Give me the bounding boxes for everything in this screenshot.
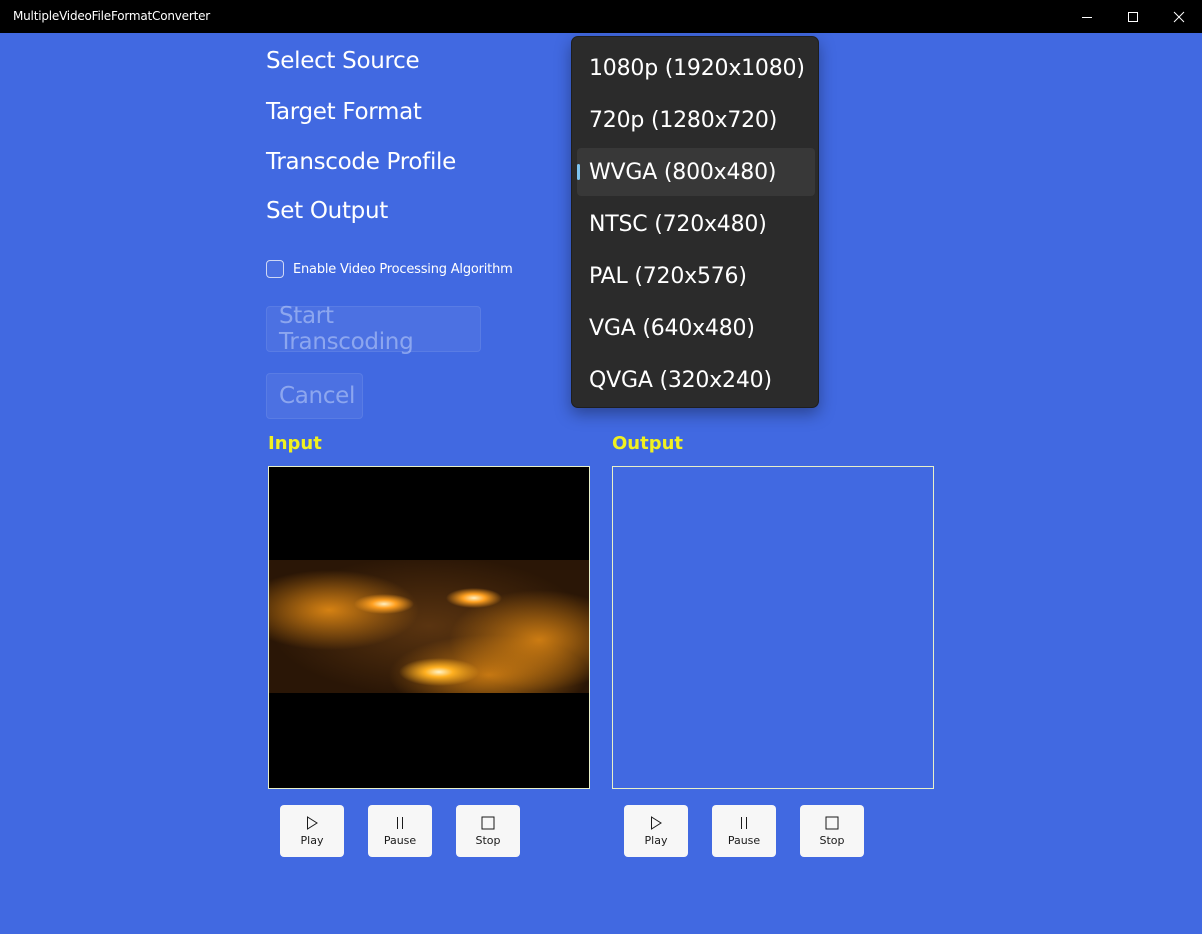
checkbox-box[interactable] <box>266 260 284 278</box>
profile-option-label: NTSC (720x480) <box>589 211 767 237</box>
enable-algorithm-checkbox[interactable]: Enable Video Processing Algorithm <box>266 260 513 278</box>
output-video-player[interactable] <box>612 466 934 789</box>
profile-option-selected[interactable]: WVGA (800x480) <box>577 148 815 196</box>
profile-option-label: PAL (720x576) <box>589 263 747 289</box>
nav-target-format[interactable]: Target Format <box>266 99 422 125</box>
pause-label: Pause <box>383 833 417 847</box>
output-play-button[interactable]: Play <box>624 805 688 857</box>
output-label: Output <box>612 433 684 454</box>
cancel-button[interactable]: Cancel <box>266 373 363 419</box>
profile-option-label: VGA (640x480) <box>589 315 755 341</box>
play-label: Play <box>644 833 668 847</box>
window-title: MultipleVideoFileFormatConverter <box>13 9 211 23</box>
input-video-frame <box>269 560 589 693</box>
output-stop-button[interactable]: Stop <box>800 805 864 857</box>
profile-option[interactable]: QVGA (320x240) <box>577 356 815 404</box>
profile-option-label: WVGA (800x480) <box>589 159 777 185</box>
selection-indicator <box>577 164 580 180</box>
profile-option-label: 1080p (1920x1080) <box>589 55 805 81</box>
transcode-profile-dropdown[interactable]: 1080p (1920x1080) 720p (1280x720) WVGA (… <box>571 36 819 408</box>
profile-option[interactable]: PAL (720x576) <box>577 252 815 300</box>
pause-label: Pause <box>727 833 761 847</box>
pause-icon <box>397 816 403 829</box>
output-pause-button[interactable]: Pause <box>712 805 776 857</box>
profile-option-label: QVGA (320x240) <box>589 367 772 393</box>
stop-label: Stop <box>819 833 845 847</box>
close-button[interactable] <box>1156 0 1202 33</box>
profile-option[interactable]: VGA (640x480) <box>577 304 815 352</box>
profile-option[interactable]: 1080p (1920x1080) <box>577 44 815 92</box>
play-icon <box>651 815 662 830</box>
input-video-player[interactable] <box>268 466 590 789</box>
profile-option-label: 720p (1280x720) <box>589 107 778 133</box>
play-label: Play <box>300 833 324 847</box>
maximize-icon <box>1128 11 1138 22</box>
start-transcoding-button[interactable]: Start Transcoding <box>266 303 481 355</box>
input-stop-button[interactable]: Stop <box>456 805 520 857</box>
title-bar: MultipleVideoFileFormatConverter <box>0 0 1202 33</box>
profile-option[interactable]: 720p (1280x720) <box>577 96 815 144</box>
nav-transcode-profile[interactable]: Transcode Profile <box>266 149 456 175</box>
minimize-button[interactable] <box>1064 0 1110 33</box>
input-play-button[interactable]: Play <box>280 805 344 857</box>
profile-option[interactable]: NTSC (720x480) <box>577 200 815 248</box>
checkbox-label: Enable Video Processing Algorithm <box>293 261 513 277</box>
stop-icon <box>825 816 839 829</box>
maximize-button[interactable] <box>1110 0 1156 33</box>
input-pause-button[interactable]: Pause <box>368 805 432 857</box>
minimize-icon <box>1082 16 1092 18</box>
nav-select-source[interactable]: Select Source <box>266 48 420 74</box>
stop-label: Stop <box>475 833 501 847</box>
nav-set-output[interactable]: Set Output <box>266 198 388 224</box>
pause-icon <box>741 816 747 829</box>
stop-icon <box>481 816 495 829</box>
play-icon <box>307 815 318 830</box>
close-icon <box>1173 11 1185 22</box>
input-label: Input <box>268 433 322 454</box>
